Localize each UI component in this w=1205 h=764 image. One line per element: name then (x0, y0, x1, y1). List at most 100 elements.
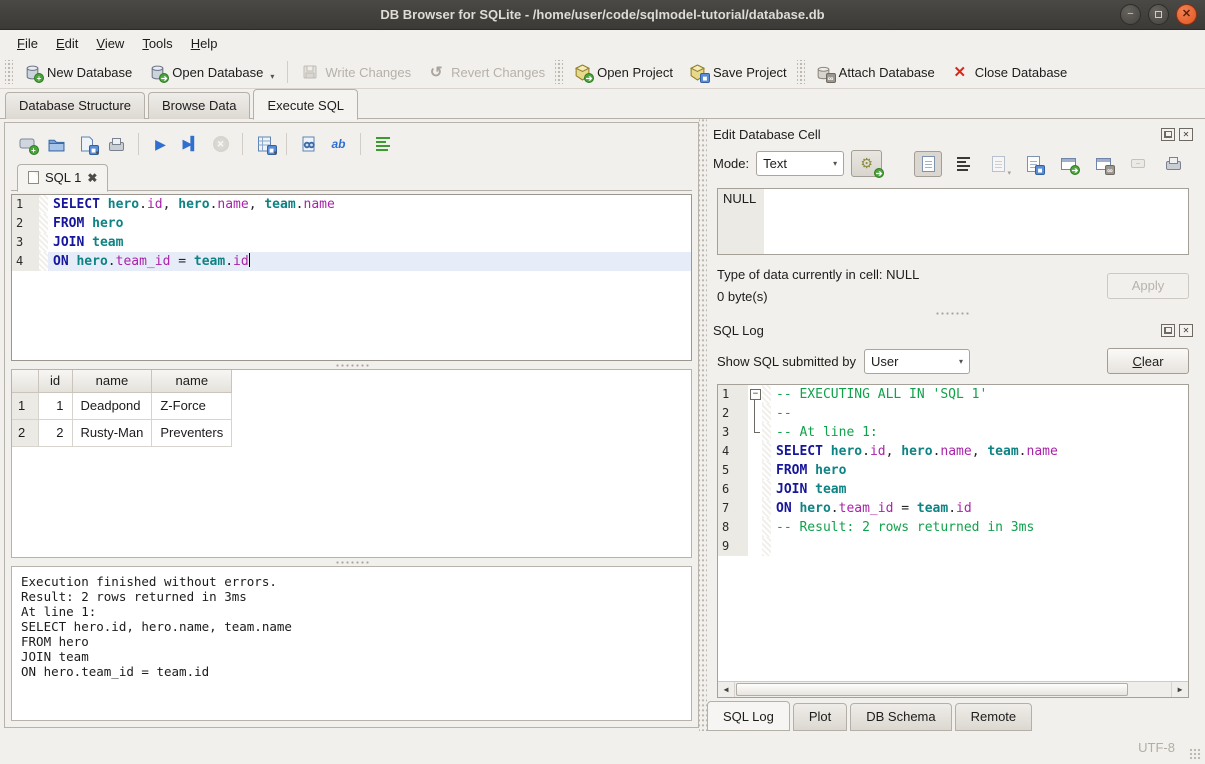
tab-db-schema[interactable]: DB Schema (850, 703, 951, 731)
sql-log-title: SQL Log (713, 323, 764, 338)
import-icon (992, 156, 1005, 172)
export-data-button[interactable]: ■ (1019, 151, 1047, 177)
sql-editor[interactable]: 1SELECT hero.id, hero.name, team.name2FR… (11, 194, 692, 361)
scroll-right-icon[interactable]: ▶ (1171, 682, 1188, 697)
dock-float-icon[interactable] (1161, 128, 1175, 141)
open-sql-tab-button[interactable]: + (13, 131, 40, 157)
copy-link-button[interactable]: ∞ (1089, 151, 1117, 177)
write-changes-button[interactable]: Write Changes (293, 59, 419, 85)
chevron-down-icon: ▾ (823, 159, 837, 168)
new-tab-icon: + (18, 135, 36, 153)
word-wrap-button[interactable] (949, 151, 977, 177)
tab-execute-sql[interactable]: Execute SQL (253, 89, 358, 120)
edit-cell-title: Edit Database Cell (713, 127, 821, 142)
window-controls: − ✕ (1120, 4, 1205, 25)
tab-browse-data[interactable]: Browse Data (148, 92, 250, 119)
sql-log-view[interactable]: 1-- EXECUTING ALL IN 'SQL 1'2--3-- At li… (717, 384, 1189, 698)
window-title: DB Browser for SQLite - /home/user/code/… (0, 7, 1205, 22)
clear-log-button[interactable]: Clear (1107, 348, 1189, 374)
new-database-button[interactable]: + New Database (15, 59, 140, 85)
format-sql-button[interactable] (369, 131, 396, 157)
resize-grip[interactable] (1189, 748, 1202, 761)
id-cell[interactable]: 2 (38, 419, 72, 446)
scroll-left-icon[interactable]: ◀ (718, 682, 735, 697)
results-header-id[interactable]: id (38, 370, 72, 392)
save-results-button[interactable]: ■ ▾ (251, 131, 278, 157)
menu-help[interactable]: Help (182, 33, 227, 54)
text-mode-button[interactable] (914, 151, 942, 177)
open-database-button[interactable]: ➔ Open Database ▾ (140, 59, 282, 85)
new-database-icon: + (23, 63, 41, 81)
open-sql-file-button[interactable] (43, 131, 70, 157)
results-header-name1[interactable]: name (72, 370, 152, 392)
set-null-button[interactable]: − (1124, 151, 1152, 177)
encoding-indicator[interactable]: UTF-8 (1138, 740, 1175, 755)
set-null-icon: − (1131, 159, 1145, 168)
execute-all-button[interactable]: ▶ (147, 131, 174, 157)
open-sql-file-menu-button[interactable]: ■ ▾ (73, 131, 100, 157)
table-row[interactable]: 1 1 Deadpond Z-Force (12, 392, 232, 419)
revert-changes-button[interactable]: ↺ Revert Changes (419, 59, 553, 85)
menu-bar: File Edit View Tools Help (0, 30, 1205, 56)
apply-button[interactable]: Apply (1107, 273, 1189, 299)
maximize-button[interactable] (1148, 4, 1169, 25)
auto-switch-mode-button[interactable]: ⚙ ➔ (851, 150, 882, 177)
execute-line-button[interactable]: ▶▍ (177, 131, 204, 157)
menu-file[interactable]: File (8, 33, 47, 54)
minimize-button[interactable]: − (1120, 4, 1141, 25)
tab-sql-log[interactable]: SQL Log (707, 701, 790, 731)
id-cell[interactable]: 1 (38, 392, 72, 419)
menu-tools[interactable]: Tools (133, 33, 181, 54)
print-icon (109, 138, 124, 151)
tab-database-structure[interactable]: Database Structure (5, 92, 145, 119)
save-project-button[interactable]: ■ Save Project (681, 59, 795, 85)
find-button[interactable] (295, 131, 322, 157)
menu-edit[interactable]: Edit (47, 33, 87, 54)
scrollbar-thumb[interactable] (736, 683, 1128, 696)
sql-tab-close-icon[interactable]: ✖ (87, 171, 97, 185)
cell-value-editor[interactable]: NULL (717, 188, 1189, 254)
results-corner-header[interactable] (12, 370, 38, 392)
editor-results-splitter[interactable] (11, 361, 692, 369)
dock-float-icon[interactable] (1161, 324, 1175, 337)
close-button[interactable]: ✕ (1176, 4, 1197, 25)
toolbar-separator (242, 133, 243, 155)
sql-log-filter-row: Show SQL submitted by User ▾ Clear (707, 341, 1197, 378)
attach-database-button[interactable]: ∞ Attach Database (807, 59, 943, 85)
tab-remote[interactable]: Remote (955, 703, 1033, 731)
open-project-button[interactable]: ➔ Open Project (565, 59, 681, 85)
sql-1-tab[interactable]: SQL 1 ✖ (17, 164, 108, 192)
submitter-select[interactable]: User ▾ (864, 349, 970, 374)
tab-plot[interactable]: Plot (793, 703, 847, 731)
team-name-cell[interactable]: Z-Force (152, 392, 232, 419)
stop-execution-button[interactable]: ✕ (207, 131, 234, 157)
print-button[interactable] (103, 131, 130, 157)
print-cell-button[interactable] (1159, 151, 1187, 177)
table-row[interactable]: 2 2 Rusty-Man Preventers (12, 419, 232, 446)
open-external-button[interactable]: ➔ (1054, 151, 1082, 177)
open-database-dropdown-icon[interactable]: ▾ (270, 72, 274, 81)
link-icon: ∞ (1094, 155, 1112, 173)
horizontal-scrollbar[interactable]: ◀ ▶ (718, 681, 1188, 697)
hero-name-cell[interactable]: Deadpond (72, 392, 152, 419)
import-data-button[interactable]: ▾ (984, 151, 1012, 177)
hero-name-cell[interactable]: Rusty-Man (72, 419, 152, 446)
close-database-button[interactable]: ✕ Close Database (943, 59, 1076, 85)
dock-close-icon[interactable]: ✕ (1179, 128, 1193, 141)
find-replace-icon: ab (331, 137, 345, 151)
team-name-cell[interactable]: Preventers (152, 419, 232, 446)
open-database-label: Open Database (172, 65, 263, 80)
menu-view[interactable]: View (87, 33, 133, 54)
row-number-cell[interactable]: 2 (12, 419, 38, 446)
dock-splitter[interactable] (699, 119, 707, 731)
results-message-splitter[interactable] (11, 558, 692, 566)
row-number-cell[interactable]: 1 (12, 392, 38, 419)
edit-cell-dock-header: Edit Database Cell ✕ (707, 122, 1197, 145)
find-replace-button[interactable]: ab (325, 131, 352, 157)
results-header-name2[interactable]: name (152, 370, 232, 392)
dock-splitter-horizontal[interactable] (707, 310, 1197, 318)
cell-editor-icons: ▾ ■ ➔ ∞ − (914, 151, 1191, 177)
dock-close-icon[interactable]: ✕ (1179, 324, 1193, 337)
mode-select[interactable]: Text ▾ (756, 151, 844, 176)
open-file-save-icon: ■ (78, 135, 96, 153)
